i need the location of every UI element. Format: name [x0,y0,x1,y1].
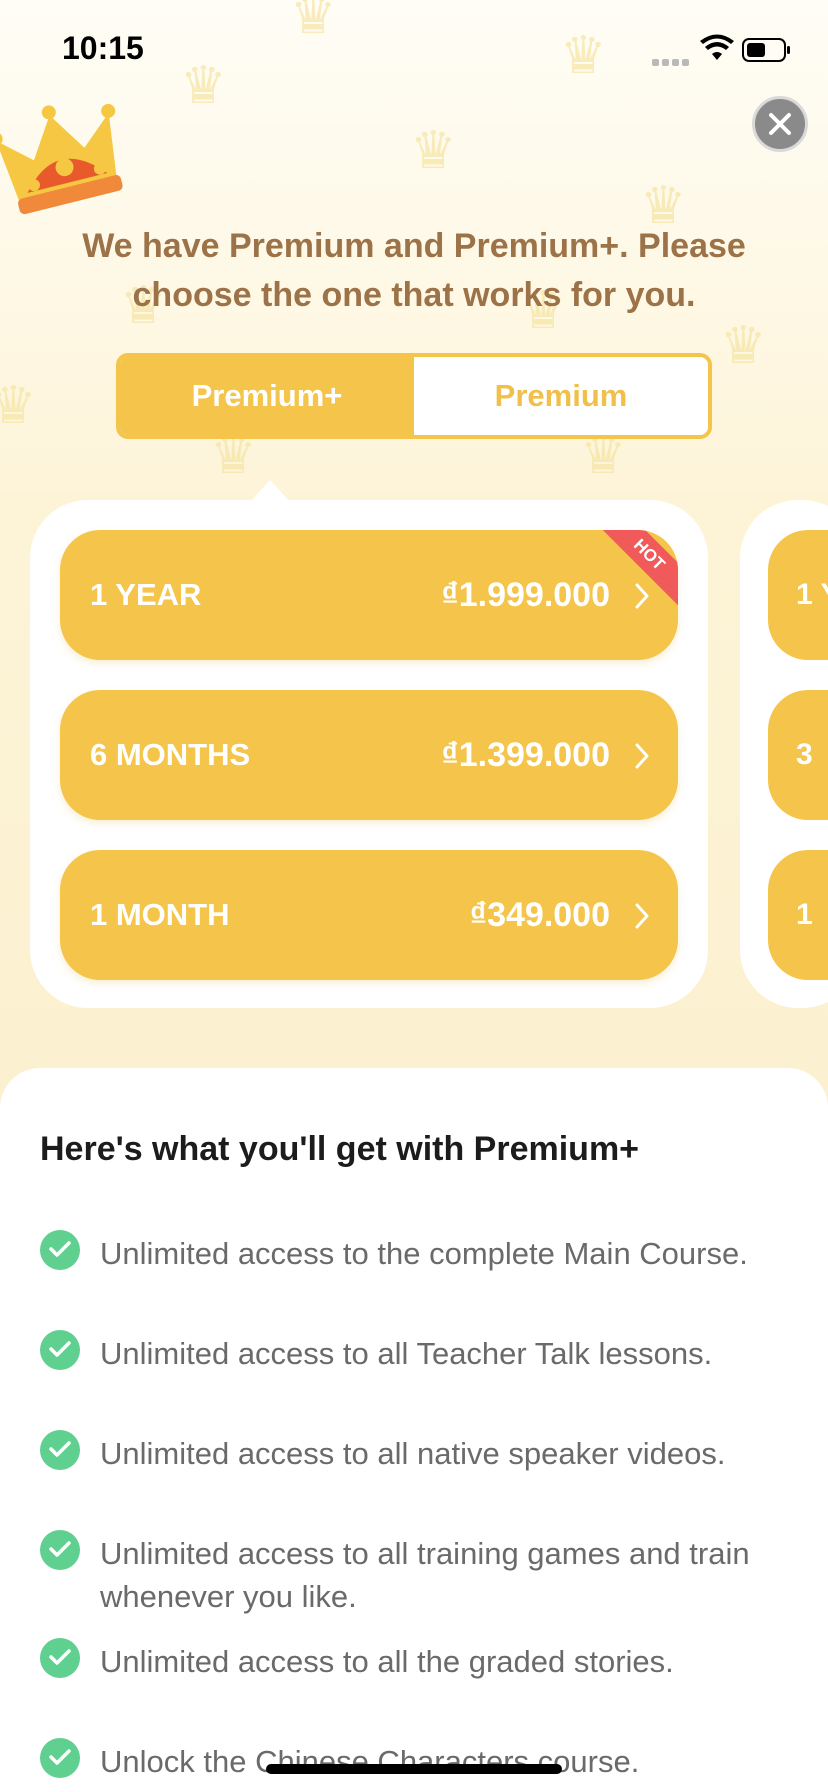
plan-option-1-month[interactable]: 1 MONTH ₫349.000 [60,850,678,980]
benefit-text: Unlock the Chinese Characters course. [100,1744,640,1779]
battery-icon [742,38,790,62]
plan-name: 6 MONTHS [90,737,251,772]
peek-plan-3: 1 [768,850,828,980]
check-icon [40,1530,80,1570]
toggle-premium-plus[interactable]: Premium+ [120,357,414,435]
benefit-text: Unlimited access to all training games a… [100,1536,750,1614]
benefit-text: Unlimited access to all Teacher Talk les… [100,1336,713,1371]
plan-price: ₫349.000 [469,896,610,934]
chevron-right-icon [635,903,649,929]
benefit-text: Unlimited access to the complete Main Co… [100,1236,748,1271]
plan-name: 1 MONTH [90,897,230,932]
card-pointer [250,480,290,502]
plan-name: 1 YEAR [90,577,202,612]
check-icon [40,1330,80,1370]
crown-icon [0,103,123,215]
benefit-text: Unlimited access to all the graded stori… [100,1644,674,1679]
benefits-title: Here's what you'll get with Premium+ [40,1130,640,1168]
next-plans-card[interactable]: 1 Y 3 1 [740,500,828,1008]
crown-pattern-icon: ♛ [720,317,767,375]
check-icon [40,1230,80,1270]
peek-plan-2: 3 [768,690,828,820]
benefits-section: Here's what you'll get with Premium+ Unl… [0,1068,828,1792]
plan-price: ₫1.399.000 [441,736,610,774]
peek-plan-1: 1 Y [768,530,828,660]
premium-page: ♛ ♛ ♛ ♛ ♛ ♛ ♛ ♛ ♛ ♛ ♛ 10:15 We have Prem… [0,0,828,1792]
wifi-icon [700,34,734,60]
close-button[interactable] [752,96,808,152]
crown-pattern-icon: ♛ [410,122,457,180]
plan-option-6-months[interactable]: 6 MONTHS ₫1.399.000 [60,690,678,820]
check-icon [40,1638,80,1678]
home-indicator[interactable] [266,1764,562,1774]
plan-price: ₫1.999.000 [441,576,610,614]
plan-option-1-year[interactable]: 1 YEAR ₫1.999.000 HOT [60,530,678,660]
chevron-right-icon [635,583,649,609]
plans-card: 1 YEAR ₫1.999.000 HOT 6 MONTHS ₫1.399.00… [30,500,708,1008]
status-time: 10:15 [62,30,144,66]
close-icon [769,113,791,135]
toggle-premium[interactable]: Premium [414,357,708,435]
benefit-text: Unlimited access to all native speaker v… [100,1436,726,1471]
page-headline: We have Premium and Premium+. Please cho… [82,227,746,314]
cellular-signal-icon [652,53,692,66]
check-icon [40,1738,80,1778]
chevron-right-icon [635,743,649,769]
check-icon [40,1430,80,1470]
crown-pattern-icon: ♛ [0,377,37,435]
plan-type-toggle: Premium+ Premium [116,353,712,439]
status-bar: 10:15 [0,0,828,100]
